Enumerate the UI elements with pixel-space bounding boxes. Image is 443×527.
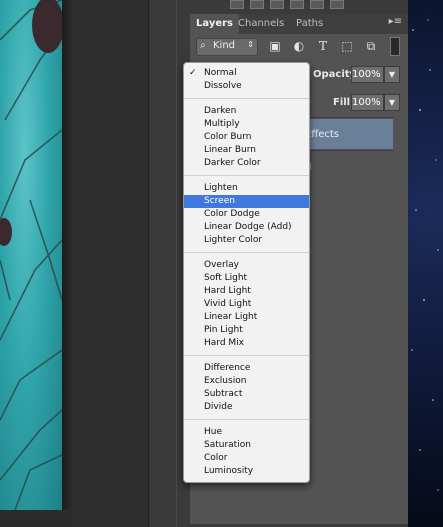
tool-icon[interactable] (330, 0, 344, 9)
tool-icon[interactable] (290, 0, 304, 9)
blend-mode-item[interactable]: Darker Color (184, 157, 309, 170)
blend-mode-item[interactable]: Hue (184, 426, 309, 439)
blend-mode-label: Pin Light (204, 325, 243, 335)
toolbar-strip (190, 0, 408, 10)
tool-icon[interactable] (230, 0, 244, 9)
blend-mode-label: Vivid Light (204, 299, 252, 309)
blend-mode-label: Lighten (204, 183, 238, 193)
blend-mode-label: Hue (204, 427, 223, 437)
blend-mode-item[interactable]: Overlay (184, 259, 309, 272)
blend-mode-label: Linear Dodge (Add) (204, 222, 292, 232)
blend-mode-label: Color Dodge (204, 209, 260, 219)
blend-mode-label: Darken (204, 106, 237, 116)
blend-mode-label: Dissolve (204, 81, 242, 91)
layer-filter-row: ⌕ Kind ⇕ ▣ ◐ T ⬚ ⧉ (190, 34, 408, 58)
blend-mode-label: Lighter Color (204, 235, 263, 245)
blend-mode-label: Normal (204, 68, 237, 78)
blend-mode-label: Overlay (204, 260, 239, 270)
blend-mode-item[interactable]: ✓ Normal (184, 67, 309, 80)
blend-mode-item[interactable]: Darken (184, 105, 309, 118)
opacity-field[interactable]: 100% (351, 66, 384, 83)
menu-separator (184, 419, 309, 420)
blend-mode-item[interactable]: Color (184, 452, 309, 465)
blend-mode-item[interactable]: Screen (184, 195, 309, 208)
blend-mode-item[interactable]: Multiply (184, 118, 309, 131)
blend-mode-item[interactable]: Lighten (184, 182, 309, 195)
blend-mode-item[interactable]: Pin Light (184, 324, 309, 337)
blend-mode-item[interactable]: Vivid Light (184, 298, 309, 311)
kind-label: Kind (213, 40, 236, 51)
tab-channels[interactable]: Channels (232, 14, 290, 34)
blend-mode-label: Color (204, 453, 228, 463)
blend-mode-item[interactable]: Hard Mix (184, 337, 309, 350)
blend-mode-item[interactable]: Difference (184, 362, 309, 375)
filter-toggle[interactable] (390, 37, 400, 56)
blend-mode-item[interactable]: Lighter Color (184, 234, 309, 247)
blend-mode-item[interactable]: Linear Light (184, 311, 309, 324)
tool-icon[interactable] (310, 0, 324, 9)
menu-separator (184, 175, 309, 176)
effects-label: Effects (305, 129, 339, 140)
shape-icon[interactable]: ⬚ (338, 38, 356, 54)
smart-object-icon[interactable]: ⧉ (362, 38, 380, 54)
blend-mode-label: Multiply (204, 119, 240, 129)
blend-mode-label: Difference (204, 363, 251, 373)
blend-mode-label: Hard Mix (204, 338, 244, 348)
blend-mode-label: Luminosity (204, 466, 254, 476)
blend-mode-item[interactable]: Dissolve (184, 80, 309, 93)
blend-mode-label: Saturation (204, 440, 251, 450)
blend-mode-item[interactable]: Divide (184, 401, 309, 414)
canvas-shadow (62, 0, 72, 510)
updown-icon: ⇕ (247, 40, 254, 49)
panel-tabs: Layers Channels Paths ▸≡ (190, 14, 408, 34)
tool-icon[interactable] (270, 0, 284, 9)
blend-mode-label: Exclusion (204, 376, 247, 386)
canvas-photo-left (0, 0, 62, 510)
blend-mode-label: Divide (204, 402, 233, 412)
blend-mode-label: Darker Color (204, 158, 261, 168)
canvas-photo-right (408, 0, 443, 527)
blend-mode-item[interactable]: Color Burn (184, 131, 309, 144)
filter-kind-select[interactable]: ⌕ Kind ⇕ (196, 38, 258, 56)
type-icon[interactable]: T (314, 38, 332, 54)
menu-separator (184, 98, 309, 99)
blend-mode-item[interactable]: Luminosity (184, 465, 309, 478)
divider (176, 0, 177, 527)
blend-mode-item[interactable]: Subtract (184, 388, 309, 401)
blend-mode-label: Screen (204, 196, 235, 206)
blend-mode-label: Color Burn (204, 132, 252, 142)
blend-mode-label: Hard Light (204, 286, 251, 296)
blend-mode-label: Soft Light (204, 273, 248, 283)
chevron-down-icon[interactable]: ▼ (384, 66, 400, 83)
menu-separator (184, 355, 309, 356)
search-icon: ⌕ (200, 40, 206, 51)
chevron-down-icon[interactable]: ▼ (384, 94, 400, 111)
blend-mode-item[interactable]: Linear Burn (184, 144, 309, 157)
tab-paths[interactable]: Paths (290, 14, 329, 34)
image-icon[interactable]: ▣ (266, 38, 284, 54)
checkmark-icon: ✓ (189, 68, 197, 78)
blend-mode-item[interactable]: Hard Light (184, 285, 309, 298)
workspace-gutter (72, 0, 150, 527)
blend-mode-menu: ✓ Normal Dissolve Darken Multiply Color Burn L… (183, 62, 310, 483)
blend-mode-label: Linear Light (204, 312, 258, 322)
blend-mode-label: Subtract (204, 389, 243, 399)
fill-field[interactable]: 100% (351, 94, 384, 111)
half-circle-icon[interactable]: ◐ (290, 38, 308, 54)
tool-icon[interactable] (250, 0, 264, 9)
divider (148, 0, 149, 527)
blend-mode-item[interactable]: Soft Light (184, 272, 309, 285)
blend-mode-item[interactable]: Saturation (184, 439, 309, 452)
blend-mode-label: Linear Burn (204, 145, 256, 155)
panel-menu-icon[interactable]: ▸≡ (389, 16, 402, 27)
menu-separator (184, 252, 309, 253)
blend-mode-item[interactable]: Linear Dodge (Add) (184, 221, 309, 234)
blend-mode-item[interactable]: Color Dodge (184, 208, 309, 221)
blend-mode-item[interactable]: Exclusion (184, 375, 309, 388)
